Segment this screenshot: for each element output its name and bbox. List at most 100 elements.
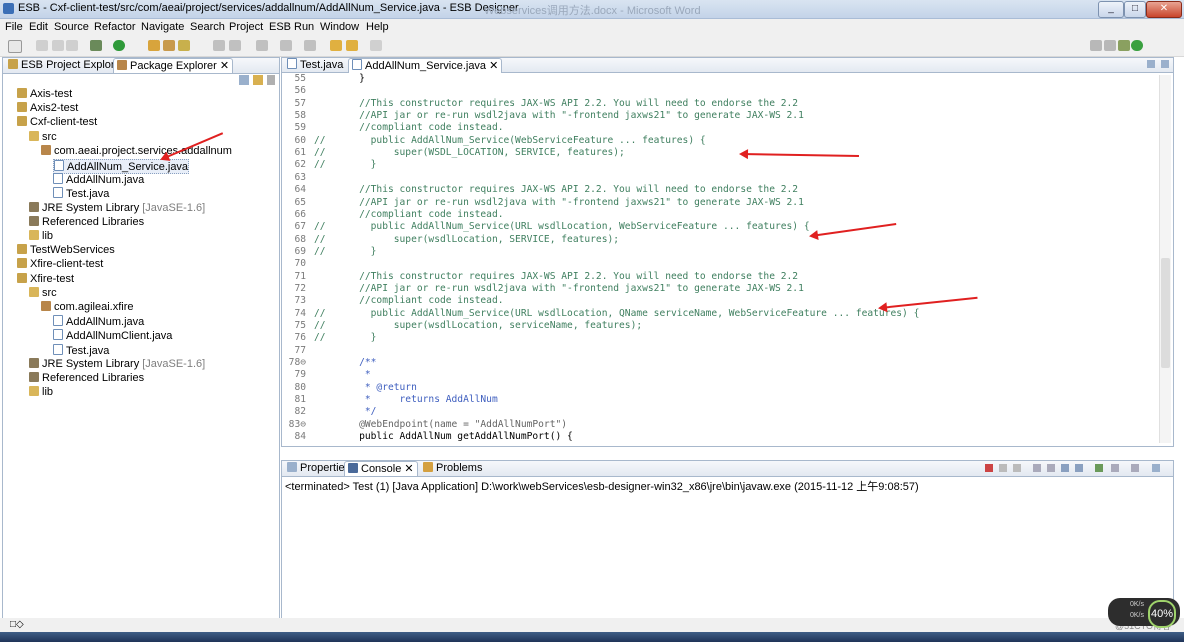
view-menu-icon[interactable] [267,75,275,85]
menu-help[interactable]: Help [366,21,389,33]
close-button[interactable]: ✕ [1146,1,1182,18]
menu-source[interactable]: Source [54,21,89,33]
code-text[interactable]: */ [336,406,377,418]
tree-item[interactable]: Referenced Libraries [29,215,144,229]
tree-item[interactable]: JRE System Library [JavaSE-1.6] [29,357,205,371]
minimize-console-icon[interactable] [1152,464,1160,472]
tree-item[interactable]: Test.java [53,187,109,200]
code-text[interactable]: } [336,246,377,258]
toggle-mark-icon[interactable] [213,40,225,51]
menu-file[interactable]: File [5,21,23,33]
display-console-icon[interactable] [1111,464,1119,472]
minimize-view-icon[interactable] [1147,60,1155,68]
code-text[interactable]: //compliant code instead. [336,209,503,221]
tree-item[interactable]: src [29,286,57,300]
code-text[interactable]: //API jar or re-run wsdl2java with "-fro… [336,110,804,122]
code-text[interactable]: //This constructor requires JAX-WS API 2… [336,184,798,196]
tab-package-explorer[interactable]: Package Explorer ✕ [113,58,234,73]
clear-console-icon[interactable] [1033,464,1041,472]
show-stdout-icon[interactable] [1061,464,1069,472]
code-text[interactable]: //This constructor requires JAX-WS API 2… [336,98,798,110]
code-text[interactable]: super(wsdlLocation, serviceName, feature… [336,320,642,332]
code-text[interactable]: * [336,369,371,381]
show-stderr-icon[interactable] [1075,464,1083,472]
forward-icon[interactable] [370,40,382,51]
code-text[interactable]: /** [336,357,376,369]
tree-item[interactable]: Referenced Libraries [29,372,144,385]
save-all-icon[interactable] [52,40,64,51]
scrollbar-thumb[interactable] [1161,258,1170,368]
tab-test-java[interactable]: Test.java [284,58,346,72]
code-text[interactable]: } [336,332,377,344]
open-console-icon[interactable] [1131,464,1139,472]
tree-item[interactable]: Test.java [53,343,109,357]
tree-item[interactable]: AddAllNumClient.java [53,329,172,342]
code-text[interactable]: * @return [336,382,417,394]
next-annotation-icon[interactable] [280,40,292,51]
code-text[interactable]: super(wsdlLocation, SERVICE, features); [336,234,619,246]
code-text[interactable]: } [336,73,365,85]
link-editor-icon[interactable] [253,75,263,85]
tree-item[interactable]: lib [29,230,53,243]
minimize-button[interactable]: _ [1098,1,1124,18]
remove-launch-icon[interactable] [999,464,1007,472]
open-project-icon[interactable] [148,40,160,51]
code-text[interactable]: @WebEndpoint(name = "AddAllNumPort") [336,419,567,431]
code-text[interactable]: //API jar or re-run wsdl2java with "-fro… [336,197,804,209]
code-text[interactable]: public AddAllNum getAddAllNumPort() { [336,431,573,443]
toggle-view-icon[interactable] [256,40,268,51]
open-perspective-icon[interactable] [1090,40,1102,51]
tree-item[interactable]: Cxf-client-test [17,116,97,129]
code-text[interactable]: } [336,159,377,171]
tree-item[interactable]: src [29,130,57,144]
code-text[interactable]: * returns AddAllNum [336,394,498,406]
tree-item[interactable]: lib [29,386,53,399]
menu-search[interactable]: Search [190,21,225,33]
collapse-all-icon[interactable] [239,75,249,85]
java-perspective-icon[interactable] [1104,40,1116,51]
print-icon[interactable] [66,40,78,51]
history-icon[interactable] [346,40,358,51]
tree-item[interactable]: TestWebServices [17,244,115,257]
tree-item[interactable]: JRE System Library [JavaSE-1.6] [29,201,205,215]
code-text[interactable]: //compliant code instead. [336,295,503,307]
save-icon[interactable] [36,40,48,51]
run-icon[interactable] [113,40,125,51]
scroll-lock-icon[interactable] [1047,464,1055,472]
pin-icon[interactable] [229,40,241,51]
prev-annotation-icon[interactable] [304,40,316,51]
code-text[interactable]: //compliant code instead. [336,122,503,134]
pin-console-icon[interactable] [1095,464,1103,472]
code-text[interactable]: public AddAllNum_Service(WebServiceFeatu… [336,135,706,147]
tree-item[interactable]: Axis2-test [17,102,78,115]
tab-console[interactable]: Console ✕ [344,461,418,476]
debug-icon[interactable] [90,40,102,51]
menu-project[interactable]: Project [229,21,263,33]
tab-properties[interactable]: Properties [284,461,353,475]
terminate-icon[interactable] [985,464,993,472]
maximize-button[interactable]: □ [1124,1,1146,18]
tree-item[interactable]: Xfire-test [17,272,74,286]
tree-item[interactable]: Xfire-client-test [17,258,103,271]
back-icon[interactable] [330,40,342,51]
menu-run[interactable]: Run [294,21,314,33]
tab-problems[interactable]: Problems [420,461,485,475]
remove-all-icon[interactable] [1013,464,1021,472]
esb-perspective-icon[interactable] [1131,40,1143,51]
tree-item[interactable]: com.aeai.project.services.addallnum [41,144,232,158]
menu-edit[interactable]: Edit [29,21,48,33]
tree-item[interactable]: com.agileai.xfire [41,301,133,314]
code-text[interactable]: public AddAllNum_Service(URL wsdlLocatio… [336,221,810,233]
code-text[interactable]: //API jar or re-run wsdl2java with "-fro… [336,283,804,295]
menu-esb[interactable]: ESB [269,21,291,33]
tree-item[interactable]: Axis-test [17,88,72,101]
tab-esb-project-explorer[interactable]: ESB Project Explorer [5,58,127,72]
debug-perspective-icon[interactable] [1118,40,1130,51]
menu-refactor[interactable]: Refactor [94,21,136,33]
open-resource-icon[interactable] [178,40,190,51]
tab-addallnum-service[interactable]: AddAllNum_Service.java ✕ [348,58,503,73]
tree-item[interactable]: AddAllNum.java [53,315,144,328]
code-text[interactable]: //This constructor requires JAX-WS API 2… [336,271,798,283]
maximize-view-icon[interactable] [1161,60,1169,68]
new-icon[interactable] [8,40,22,53]
